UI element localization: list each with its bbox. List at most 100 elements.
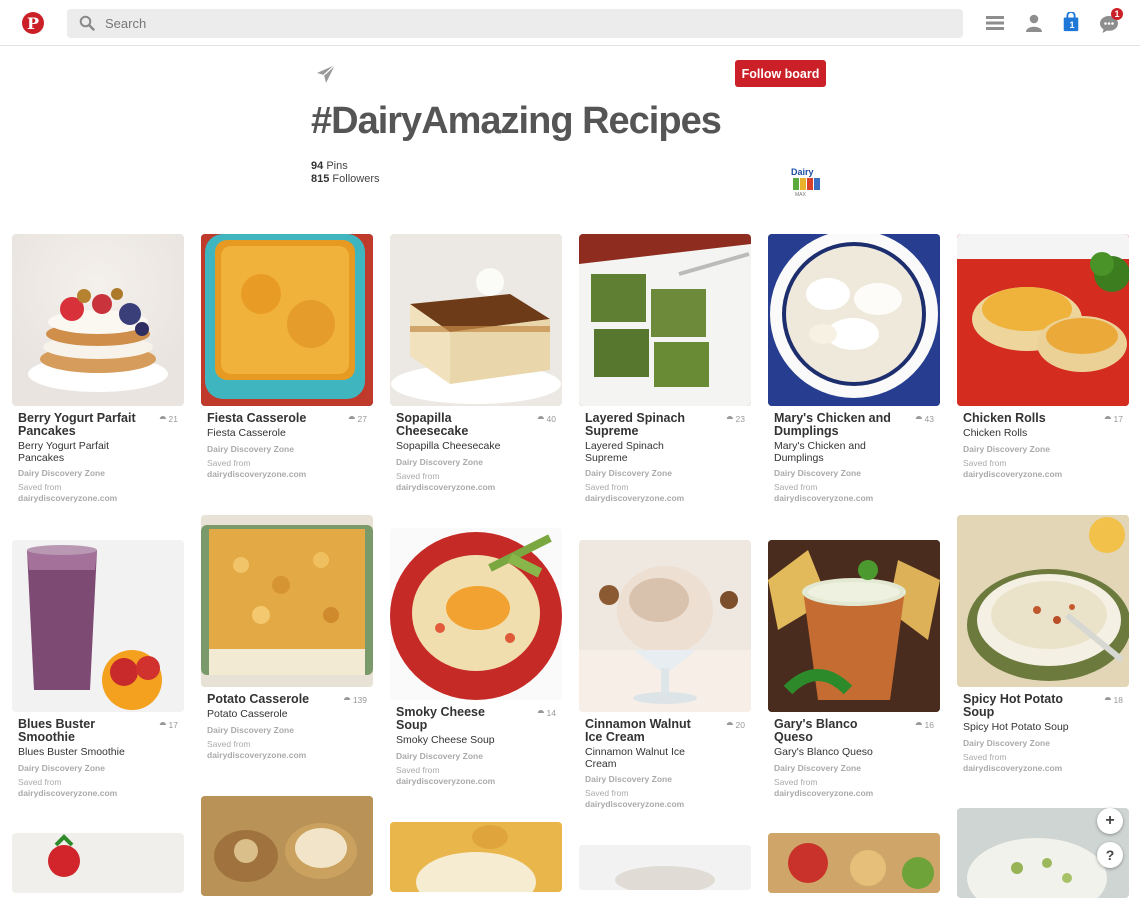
pin-image[interactable] [957, 234, 1129, 406]
saved-label: Saved from [585, 788, 629, 798]
pin-image[interactable] [768, 234, 940, 406]
repin-number: 18 [1113, 695, 1123, 705]
pin-title[interactable]: Layered Spinach Supreme [585, 412, 705, 438]
saved-domain[interactable]: dairydiscoveryzone.com [774, 788, 873, 798]
pin-source[interactable]: Dairy Discovery Zone [396, 751, 556, 761]
owner-avatar[interactable]: Dairy MAX [790, 165, 824, 199]
pin-title[interactable]: Mary's Chicken and Dumplings [774, 412, 894, 438]
pin-source[interactable]: Dairy Discovery Zone [207, 725, 367, 735]
pin-title[interactable]: Blues Buster Smoothie [18, 718, 138, 744]
pin-card[interactable] [201, 796, 373, 896]
pin-image[interactable] [12, 833, 184, 893]
saved-domain[interactable]: dairydiscoveryzone.com [18, 493, 117, 503]
saved-from: Saved from dairydiscoveryzone.com [396, 765, 556, 787]
follow-board-button[interactable]: Follow board [735, 60, 826, 87]
pin-card[interactable] [390, 822, 562, 892]
pin-title[interactable]: Berry Yogurt Parfait Pancakes [18, 412, 138, 438]
pin-card[interactable]: Mary's Chicken and Dumplings ⯊ 43 Mary's… [768, 234, 940, 504]
pin-description: Cinnamon Walnut Ice Cream [585, 746, 685, 770]
saved-from: Saved from dairydiscoveryzone.com [18, 482, 178, 504]
pin-title[interactable]: Smoky Cheese Soup [396, 706, 516, 732]
pin-title[interactable]: Sopapilla Cheesecake [396, 412, 516, 438]
pin-title[interactable]: Chicken Rolls [963, 412, 1083, 425]
saved-label: Saved from [774, 482, 818, 492]
pin-image[interactable] [201, 796, 373, 896]
pin-source[interactable]: Dairy Discovery Zone [585, 468, 745, 478]
pin-image[interactable] [12, 540, 184, 712]
pin-card[interactable]: Chicken Rolls ⯊ 17 Chicken Rolls Dairy D… [957, 234, 1129, 480]
pin-image[interactable] [201, 515, 373, 687]
pin-description: Berry Yogurt Parfait Pancakes [18, 440, 110, 464]
pin-source[interactable]: Dairy Discovery Zone [774, 763, 934, 773]
pin-image[interactable] [390, 234, 562, 406]
profile-icon[interactable] [1024, 13, 1044, 33]
saved-domain[interactable]: dairydiscoveryzone.com [396, 482, 495, 492]
pin-image[interactable] [768, 540, 940, 712]
saved-domain[interactable]: dairydiscoveryzone.com [585, 799, 684, 809]
saved-label: Saved from [207, 738, 251, 749]
pins-count: 94 [311, 160, 324, 172]
pin-image[interactable] [579, 540, 751, 712]
pin-card[interactable]: Cinnamon Walnut Ice Cream ⯊ 20 Cinnamon … [579, 540, 751, 810]
pin-source[interactable]: Dairy Discovery Zone [963, 444, 1123, 454]
pin-card[interactable]: Layered Spinach Supreme ⯊ 23 Layered Spi… [579, 234, 751, 504]
pin-card[interactable]: Smoky Cheese Soup ⯊ 14 Smoky Cheese Soup… [390, 528, 562, 787]
help-button[interactable]: ? [1097, 842, 1123, 868]
pin-card[interactable]: Gary's Blanco Queso ⯊ 16 Gary's Blanco Q… [768, 540, 940, 799]
pin-description: Fiesta Casserole [207, 427, 286, 439]
pin-image[interactable] [390, 528, 562, 700]
pin-image[interactable] [579, 845, 751, 890]
pin-image[interactable] [390, 822, 562, 892]
pin-source[interactable]: Dairy Discovery Zone [18, 763, 178, 773]
saved-domain[interactable]: dairydiscoveryzone.com [963, 763, 1062, 773]
pin-card[interactable]: Fiesta Casserole ⯊ 27 Fiesta Casserole D… [201, 234, 373, 480]
repin-count: ⯊ 14 [537, 708, 556, 718]
search-input[interactable] [105, 9, 945, 38]
pinterest-logo-icon[interactable]: P [22, 12, 44, 34]
send-icon[interactable] [316, 64, 336, 84]
saved-domain[interactable]: dairydiscoveryzone.com [18, 788, 117, 798]
pin-source[interactable]: Dairy Discovery Zone [585, 774, 745, 784]
pin-card[interactable]: Berry Yogurt Parfait Pancakes ⯊ 21 Berry… [12, 234, 184, 504]
pin-image[interactable] [957, 515, 1129, 687]
pin-card[interactable]: Blues Buster Smoothie ⯊ 17 Blues Buster … [12, 540, 184, 799]
saved-domain[interactable]: dairydiscoveryzone.com [963, 469, 1062, 479]
pin-image[interactable] [12, 234, 184, 406]
pin-image[interactable] [201, 234, 373, 406]
pin-title[interactable]: Spicy Hot Potato Soup [963, 693, 1083, 719]
pin-title[interactable]: Gary's Blanco Queso [774, 718, 894, 744]
pin-source[interactable]: Dairy Discovery Zone [207, 444, 367, 454]
pin-card[interactable]: Spicy Hot Potato Soup ⯊ 18 Spicy Hot Pot… [957, 515, 1129, 774]
pin-image[interactable] [768, 833, 940, 893]
menu-icon[interactable] [985, 13, 1005, 33]
pin-source[interactable]: Dairy Discovery Zone [18, 468, 178, 478]
search-bar[interactable] [67, 9, 963, 38]
saved-from: Saved from dairydiscoveryzone.com [18, 777, 178, 799]
pin-card[interactable]: Sopapilla Cheesecake ⯊ 40 Sopapilla Chee… [390, 234, 562, 493]
repin-count: ⯊ 23 [726, 414, 745, 424]
pin-source[interactable]: Dairy Discovery Zone [774, 468, 934, 478]
pin-title[interactable]: Potato Casserole [207, 693, 327, 706]
board-title: #DairyAmazing Recipes [311, 100, 722, 142]
saved-domain[interactable]: dairydiscoveryzone.com [207, 469, 306, 479]
followers-stat[interactable]: 815 Followers [311, 173, 380, 186]
pin-title[interactable]: Fiesta Casserole [207, 412, 327, 425]
add-pin-button[interactable]: + [1097, 808, 1123, 834]
saved-domain[interactable]: dairydiscoveryzone.com [774, 493, 873, 503]
bag-count: 1 [1069, 20, 1075, 30]
pin-card[interactable]: Potato Casserole ⯊ 139 Potato Casserole … [201, 515, 373, 761]
pin-source[interactable]: Dairy Discovery Zone [963, 738, 1123, 748]
saved-domain[interactable]: dairydiscoveryzone.com [207, 750, 306, 760]
saved-domain[interactable]: dairydiscoveryzone.com [396, 776, 495, 786]
pin-source[interactable]: Dairy Discovery Zone [396, 457, 556, 467]
pin-card[interactable] [579, 845, 751, 890]
saved-domain[interactable]: dairydiscoveryzone.com [585, 493, 684, 503]
saved-from: Saved from dairydiscoveryzone.com [585, 788, 745, 810]
pin-image[interactable] [579, 234, 751, 406]
pins-stat[interactable]: 94 Pins [311, 160, 380, 173]
pin-card[interactable] [768, 833, 940, 893]
pin-title[interactable]: Cinnamon Walnut Ice Cream [585, 718, 705, 744]
repin-count: ⯊ 17 [159, 720, 178, 730]
pin-card[interactable] [12, 833, 184, 893]
repin-number: 27 [357, 414, 367, 424]
